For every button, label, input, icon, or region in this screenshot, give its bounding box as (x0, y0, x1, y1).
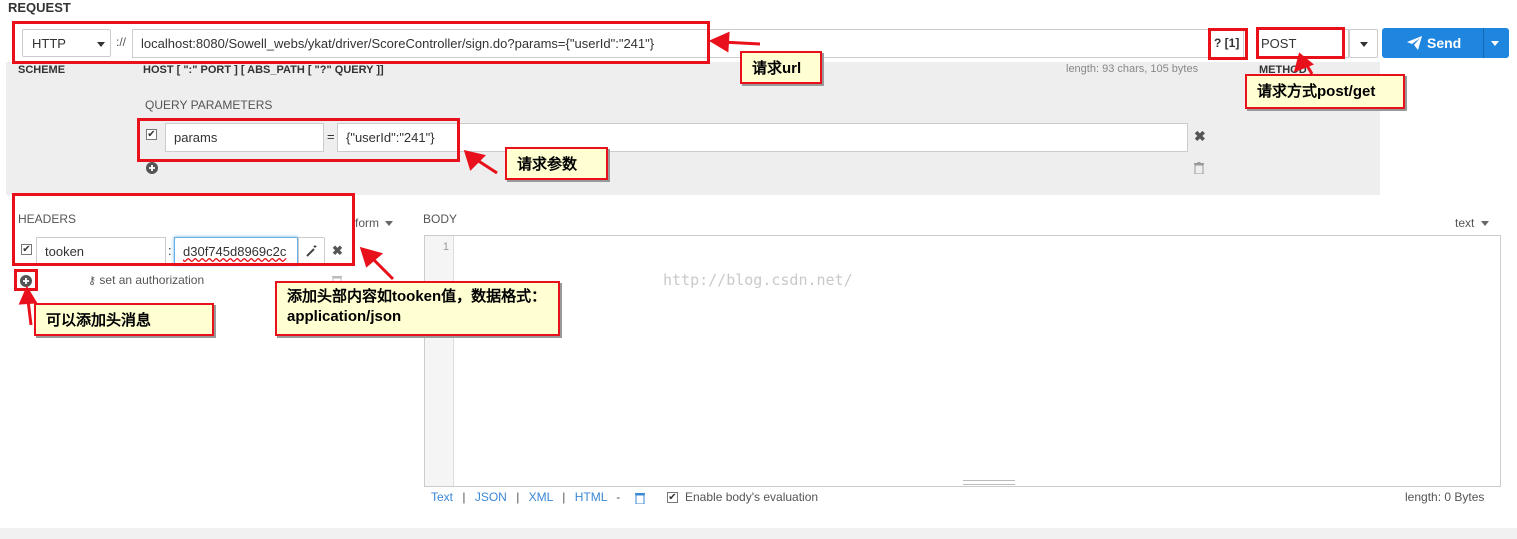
annotation-arrows (18, 31, 1314, 326)
arrow-params (476, 158, 498, 175)
arrow-headers (370, 256, 395, 281)
